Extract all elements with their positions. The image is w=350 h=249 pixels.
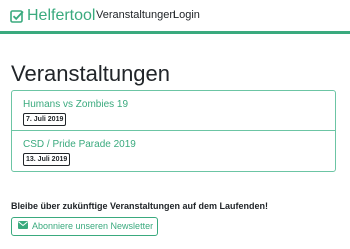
event-title[interactable]: Humans vs Zombies 19 [23, 99, 128, 111]
event-title[interactable]: CSD / Pride Parade 2019 [23, 139, 136, 151]
event-item[interactable]: CSD / Pride Parade 2019 13. Juli 2019 [12, 131, 335, 171]
checkbox-icon [10, 9, 27, 23]
subscribe-newsletter-label: Abonniere unseren Newsletter [32, 221, 154, 231]
event-date-badge: 13. Juli 2019 [23, 153, 71, 166]
newsletter-text: Bleibe über zukünftige Veranstaltungen a… [11, 201, 269, 211]
event-item[interactable]: Humans vs Zombies 19 7. Juli 2019 [12, 91, 335, 131]
navbar: Helfertool Veranstaltungen Login [0, 0, 350, 34]
nav-link-events[interactable]: Veranstaltungen [96, 9, 176, 22]
nav-link-login[interactable]: Login [173, 9, 200, 22]
event-list: Humans vs Zombies 19 7. Juli 2019 CSD / … [11, 90, 336, 172]
envelope-icon [18, 221, 28, 232]
subscribe-newsletter-button[interactable]: Abonniere unseren Newsletter [11, 217, 158, 236]
event-date-badge: 7. Juli 2019 [23, 113, 67, 126]
page-title: Veranstaltungen [11, 61, 171, 86]
brand[interactable]: Helfertool [10, 7, 95, 25]
brand-name: Helfertool [27, 7, 96, 24]
